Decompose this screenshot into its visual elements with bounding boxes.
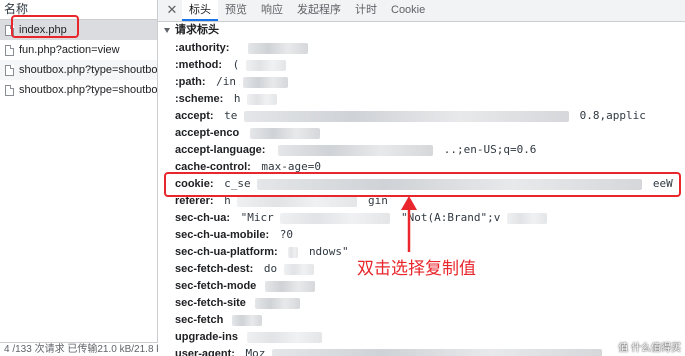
- header-name: sec-ch-ua-mobile:: [175, 229, 270, 241]
- header-value[interactable]: "Micr: [241, 211, 274, 224]
- request-headers-section[interactable]: 请求标头: [158, 22, 685, 38]
- redacted-value: [264, 280, 315, 292]
- header-row-sec-ch-ua-platform[interactable]: sec-ch-ua-platform: ndows": [175, 243, 349, 260]
- section-title: 请求标头: [175, 24, 219, 36]
- header-name: :method:: [175, 59, 223, 71]
- header-value[interactable]: /in: [216, 75, 236, 88]
- header-row-accept-encoding[interactable]: accept-enco: [175, 124, 320, 141]
- request-row[interactable]: fun.php?action=view: [0, 40, 157, 60]
- header-row-sec-fetch-mode[interactable]: sec-fetch-mode: [175, 277, 315, 294]
- tab-cookies[interactable]: Cookie: [384, 0, 432, 21]
- header-value-tail[interactable]: ..;en-US;q=0.6: [444, 143, 537, 156]
- header-value[interactable]: do: [264, 262, 277, 275]
- header-name: sec-ch-ua-platform:: [175, 246, 278, 258]
- redacted-value: [247, 93, 278, 105]
- request-name: fun.php?action=view: [19, 44, 120, 56]
- file-icon: [5, 64, 14, 76]
- file-icon: [5, 84, 14, 96]
- header-value-tail[interactable]: 0.8,applic: [580, 109, 646, 122]
- close-icon[interactable]: ✕: [162, 0, 182, 21]
- header-name: :authority:: [175, 42, 230, 54]
- header-name: accept-enco: [175, 127, 240, 139]
- header-name: sec-fetch-mode: [175, 280, 257, 292]
- header-row-accept[interactable]: accept: te 0.8,applic: [175, 107, 646, 124]
- header-row-sec-ch-ua-mobile[interactable]: sec-ch-ua-mobile: ?0: [175, 226, 293, 243]
- request-row[interactable]: shoutbox.php?type=shoutbox: [0, 80, 157, 100]
- annotation-text: 双击选择复制值: [357, 259, 476, 279]
- annotation-arrow: [401, 196, 417, 252]
- header-row-sec-ch-ua[interactable]: sec-ch-ua: "Micr "Not(A:Brand";v: [175, 209, 547, 226]
- header-row-method[interactable]: :method: (: [175, 56, 286, 73]
- header-name: accept:: [175, 110, 214, 122]
- request-name: shoutbox.php?type=shoutbox: [19, 64, 157, 76]
- header-name: upgrade-ins: [175, 331, 238, 343]
- status-bar: 4 /133 次请求 已传输21.0 kB/21.8 k: [0, 342, 158, 356]
- watermark: 值 什么值得买: [618, 343, 681, 354]
- header-row-upgrade-insecure[interactable]: upgrade-ins: [175, 328, 322, 345]
- request-list-panel: 名称 index.php fun.php?action=view shoutbo…: [0, 0, 158, 356]
- redacted-value: [237, 195, 358, 207]
- redacted-value: [231, 314, 262, 326]
- header-name: sec-fetch: [175, 314, 224, 326]
- header-value[interactable]: h: [234, 92, 241, 105]
- redacted-value: [280, 212, 391, 224]
- redacted-value: [248, 42, 309, 54]
- header-row-sec-fetch-user[interactable]: sec-fetch: [175, 311, 262, 328]
- redacted-value: [244, 110, 570, 122]
- redacted-value: [245, 59, 286, 71]
- tab-response[interactable]: 响应: [254, 0, 290, 21]
- header-row-path[interactable]: :path: /in: [175, 73, 288, 90]
- header-name: user-agent:: [175, 348, 235, 356]
- header-name: sec-ch-ua:: [175, 212, 231, 224]
- redacted-value: [278, 144, 434, 156]
- header-value[interactable]: (: [233, 58, 240, 71]
- header-row-sec-fetch-site[interactable]: sec-fetch-site: [175, 294, 300, 311]
- request-highlight-box: [11, 15, 79, 38]
- redacted-value: [272, 348, 603, 356]
- request-row[interactable]: shoutbox.php?type=shoutbox: [0, 60, 157, 80]
- header-row-user-agent[interactable]: user-agent: Moz: [175, 345, 603, 356]
- tab-initiator[interactable]: 发起程序: [290, 0, 348, 21]
- header-name: sec-fetch-site: [175, 297, 246, 309]
- tab-timing[interactable]: 计时: [348, 0, 384, 21]
- tab-headers[interactable]: 标头: [182, 0, 218, 21]
- header-name: accept-language:: [175, 144, 266, 156]
- header-value-tail[interactable]: ndows": [309, 245, 349, 258]
- redacted-value: [249, 127, 320, 139]
- header-name: sec-fetch-dest:: [175, 263, 254, 275]
- request-name: shoutbox.php?type=shoutbox: [19, 84, 157, 96]
- header-value[interactable]: te: [224, 109, 237, 122]
- header-value[interactable]: ?0: [280, 228, 293, 241]
- redacted-value: [254, 297, 300, 309]
- tab-preview[interactable]: 预览: [218, 0, 254, 21]
- redacted-value: [288, 246, 299, 258]
- details-tabbar: ✕ 标头 预览 响应 发起程序 计时 Cookie: [158, 0, 685, 22]
- redacted-value: [246, 331, 322, 343]
- header-row-sec-fetch-dest[interactable]: sec-fetch-dest: do: [175, 260, 314, 277]
- redacted-value: [507, 212, 547, 224]
- header-name: :scheme:: [175, 93, 224, 105]
- file-icon: [5, 44, 14, 56]
- header-value[interactable]: Moz: [246, 347, 266, 356]
- header-row-authority[interactable]: :authority:: [175, 39, 309, 56]
- header-name: :path:: [175, 76, 206, 88]
- redacted-value: [283, 263, 314, 275]
- header-row-accept-language[interactable]: accept-language: ..;en-US;q=0.6: [175, 141, 536, 158]
- cookie-highlight-box: [164, 172, 681, 197]
- redacted-value: [242, 76, 288, 88]
- expand-triangle-icon[interactable]: [164, 27, 170, 33]
- header-row-scheme[interactable]: :scheme: h: [175, 90, 278, 107]
